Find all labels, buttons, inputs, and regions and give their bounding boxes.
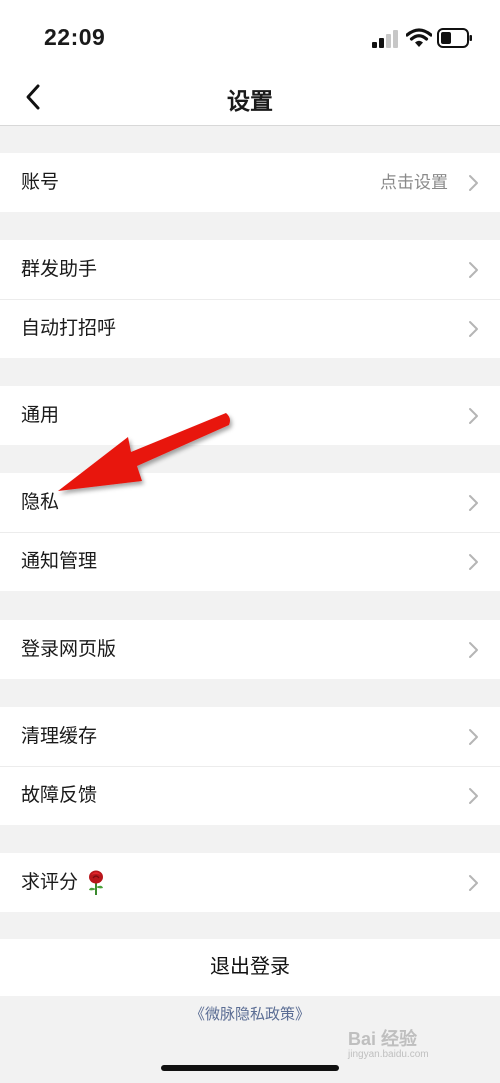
settings-group-privacy: 隐私 通知管理 [0,473,500,591]
settings-row-rate-app[interactable]: 求评分 [0,853,500,912]
settings-row-account[interactable]: 账号 点击设置 [0,153,500,212]
chevron-right-icon [469,175,478,191]
settings-row-label: 通知管理 [21,551,98,572]
chevron-right-icon [469,875,478,891]
battery-icon [437,28,472,48]
settings-row-notifications[interactable]: 通知管理 [0,532,500,591]
chevron-right-icon [469,321,478,337]
chevron-right-icon [469,262,478,278]
settings-row-label: 清理缓存 [21,726,98,747]
settings-group-messaging: 群发助手 自动打招呼 [0,240,500,358]
chevron-right-icon [469,788,478,804]
settings-row-feedback[interactable]: 故障反馈 [0,766,500,825]
settings-row-label: 账号 [21,172,60,193]
settings-row-privacy[interactable]: 隐私 [0,473,500,532]
chevron-right-icon [469,408,478,424]
settings-row-label: 隐私 [21,492,60,513]
settings-group-web-login: 登录网页版 [0,620,500,679]
settings-row-label: 登录网页版 [21,639,117,660]
page-title: 设置 [227,88,273,114]
settings-row-broadcast-assistant[interactable]: 群发助手 [0,240,500,299]
settings-group-account: 账号 点击设置 [0,153,500,212]
status-bar: 22:09 [0,0,500,70]
navigation-bar: 设置 [0,70,500,126]
settings-row-auto-greeting[interactable]: 自动打招呼 [0,299,500,358]
settings-row-value: 点击设置 [380,173,448,192]
settings-row-label: 群发助手 [21,259,98,280]
settings-group-general: 通用 [0,386,500,445]
settings-row-general[interactable]: 通用 [0,386,500,445]
settings-row-label: 自动打招呼 [21,318,117,339]
settings-row-label: 求评分 [21,872,79,893]
chevron-right-icon [469,729,478,745]
chevron-right-icon [469,495,478,511]
watermark-subtext: jingyan.baidu.com [348,1049,429,1060]
settings-row-label: 故障反馈 [21,785,98,806]
watermark-logo: Bai 经验 jingyan.baidu.com [348,1025,429,1060]
settings-group-maintenance: 清理缓存 故障反馈 [0,707,500,825]
chevron-right-icon [469,554,478,570]
status-time: 22:09 [44,24,106,50]
privacy-policy-link[interactable]: 《微脉隐私政策》 [0,1003,500,1024]
watermark-text: Bai 经验 [348,1029,418,1049]
wifi-icon [406,28,432,47]
home-indicator [161,1065,339,1071]
settings-group-rating: 求评分 [0,853,500,912]
cellular-signal-icon [372,30,398,48]
settings-row-web-login[interactable]: 登录网页版 [0,620,500,679]
rose-icon [89,870,103,895]
settings-row-clear-cache[interactable]: 清理缓存 [0,707,500,766]
logout-button[interactable]: 退出登录 [0,939,500,996]
chevron-right-icon [469,642,478,658]
settings-row-label: 通用 [21,405,60,426]
